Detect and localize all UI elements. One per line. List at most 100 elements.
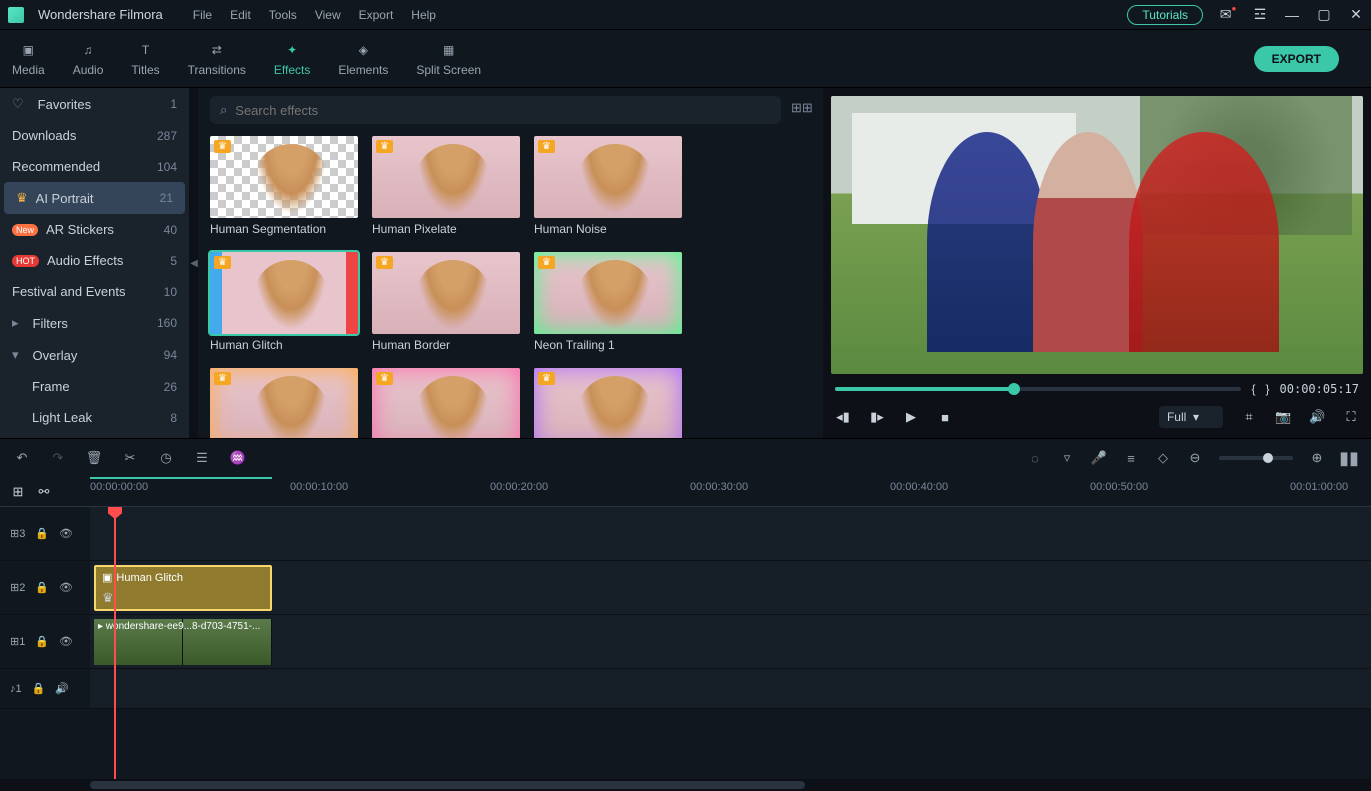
delete-icon[interactable]: 🗑: [86, 450, 102, 466]
add-track-icon[interactable]: ⊞: [10, 484, 26, 500]
menu-view[interactable]: View: [315, 8, 341, 22]
prev-frame-button[interactable]: ◂▮: [835, 409, 851, 425]
preview-video[interactable]: [831, 96, 1363, 374]
menu-file[interactable]: File: [193, 8, 212, 22]
sidebar-item-frame[interactable]: Frame26: [0, 371, 189, 402]
tutorials-button[interactable]: Tutorials: [1127, 5, 1203, 25]
tab-effects[interactable]: ✦Effects: [274, 41, 310, 77]
track-body[interactable]: [90, 507, 1371, 560]
menu-edit[interactable]: Edit: [230, 8, 251, 22]
track-body[interactable]: [90, 669, 1371, 708]
cut-icon[interactable]: ✂: [122, 450, 138, 466]
record-voice-icon[interactable]: 🎤: [1091, 450, 1107, 466]
sidebar-item-overlay[interactable]: ▾ Overlay94: [0, 339, 189, 371]
zoom-out-icon[interactable]: ⊖: [1187, 450, 1203, 466]
zoom-in-icon[interactable]: ⊕: [1309, 450, 1325, 466]
sidebar-item-audio-effects[interactable]: HOT Audio Effects5: [0, 245, 189, 276]
effect-human-glitch[interactable]: ♛Human Glitch: [210, 252, 358, 352]
effect-neon-trailing-1[interactable]: ♛Neon Trailing 1: [534, 252, 682, 352]
effect-human-pixelate[interactable]: ♛Human Pixelate: [372, 136, 520, 236]
track-body[interactable]: ▸ wondershare-ee9...8-d703-4751-...: [90, 615, 1371, 668]
minimize-button[interactable]: —: [1285, 8, 1299, 22]
lock-icon[interactable]: 🔒: [35, 527, 49, 540]
main-menu: File Edit Tools View Export Help: [193, 8, 436, 22]
lock-icon[interactable]: 🔒: [35, 581, 49, 594]
close-button[interactable]: ✕: [1349, 8, 1363, 22]
sidebar-item-filters[interactable]: ▸ Filters160: [0, 307, 189, 339]
keyframe-icon[interactable]: ◇: [1155, 450, 1171, 466]
crown-icon: ♛: [16, 190, 28, 206]
grid-view-icon[interactable]: ⊞⊞: [791, 100, 811, 120]
effect-human-segmentation[interactable]: ♛Human Segmentation: [210, 136, 358, 236]
volume-icon[interactable]: 🔊: [55, 682, 69, 695]
fullscreen-icon[interactable]: ⛶: [1343, 409, 1359, 425]
effect-human-border[interactable]: ♛Human Border: [372, 252, 520, 352]
premium-crown-icon: ♛: [376, 140, 393, 153]
effect-item[interactable]: ♛: [534, 368, 682, 438]
effect-human-noise[interactable]: ♛Human Noise: [534, 136, 682, 236]
sidebar-item-favorites[interactable]: ♡ Favorites1: [0, 88, 189, 120]
track-body[interactable]: ▣Human Glitch♛: [90, 561, 1371, 614]
tab-titles[interactable]: TTitles: [131, 41, 159, 77]
export-button[interactable]: EXPORT: [1254, 46, 1339, 72]
marker-icon[interactable]: ▿: [1059, 450, 1075, 466]
app-title: Wondershare Filmora: [38, 7, 163, 22]
search-input[interactable]: [235, 103, 771, 118]
zoom-slider[interactable]: [1219, 456, 1293, 460]
visibility-icon[interactable]: 👁: [59, 527, 73, 540]
sidebar-item-ar-stickers[interactable]: New AR Stickers40: [0, 214, 189, 245]
undo-icon[interactable]: ↶: [14, 450, 30, 466]
mixer-icon[interactable]: ≡: [1123, 450, 1139, 466]
settings-list-icon[interactable]: ☲: [1253, 8, 1267, 22]
playhead[interactable]: [114, 507, 116, 779]
visibility-icon[interactable]: 👁: [59, 635, 73, 648]
snapshot-icon[interactable]: 📷: [1275, 409, 1291, 425]
premium-crown-icon: ♛: [376, 256, 393, 269]
sidebar-item-downloads[interactable]: Downloads287: [0, 120, 189, 151]
zoom-fit-icon[interactable]: ▮▮: [1341, 450, 1357, 466]
display-icon[interactable]: ⌗: [1241, 409, 1257, 425]
sidebar-item-light-leak[interactable]: Light Leak8: [0, 402, 189, 433]
sidebar-item-festival-and-events[interactable]: Festival and Events10: [0, 276, 189, 307]
tab-elements[interactable]: ◈Elements: [338, 41, 388, 77]
redo-icon[interactable]: ↷: [50, 450, 66, 466]
sidebar-item-ai-portrait[interactable]: ♛ AI Portrait21: [4, 182, 185, 214]
visibility-icon[interactable]: 👁: [59, 581, 73, 594]
menu-help[interactable]: Help: [411, 8, 436, 22]
tab-split-screen[interactable]: ▦Split Screen: [416, 41, 481, 77]
quality-select[interactable]: Full ▾: [1159, 406, 1223, 428]
premium-crown-icon: ♛: [214, 140, 231, 153]
premium-crown-icon: ♛: [538, 256, 555, 269]
transition-icon: ⇄: [207, 41, 227, 59]
volume-icon[interactable]: 🔊: [1309, 409, 1325, 425]
clip-effect[interactable]: ▣Human Glitch♛: [94, 565, 272, 611]
next-frame-button[interactable]: ▮▸: [869, 409, 885, 425]
tab-audio[interactable]: ♫Audio: [73, 41, 104, 77]
menu-tools[interactable]: Tools: [269, 8, 297, 22]
adjust-icon[interactable]: ☰: [194, 450, 210, 466]
notifications-icon[interactable]: ✉●: [1221, 8, 1235, 22]
timeline-scrollbar[interactable]: [0, 779, 1371, 791]
maximize-button[interactable]: ▢: [1317, 8, 1331, 22]
menu-export[interactable]: Export: [359, 8, 394, 22]
search-effects[interactable]: ⌕: [210, 96, 781, 124]
audio-wave-icon[interactable]: ♒: [230, 450, 246, 466]
tab-media[interactable]: ▣Media: [12, 41, 45, 77]
preview-progress[interactable]: [835, 387, 1241, 391]
link-icon[interactable]: ⚯: [36, 484, 52, 500]
clip-video[interactable]: ▸ wondershare-ee9...8-d703-4751-...: [94, 619, 272, 665]
sidebar-collapse-handle[interactable]: ◀: [190, 88, 198, 438]
marker-close[interactable]: }: [1266, 382, 1270, 396]
lock-icon[interactable]: 🔒: [32, 682, 46, 695]
effect-item[interactable]: ♛: [210, 368, 358, 438]
lock-icon[interactable]: 🔒: [35, 635, 49, 648]
timeline-ruler[interactable]: 00:00:00:0000:00:10:0000:00:20:0000:00:3…: [90, 477, 1371, 506]
tab-transitions[interactable]: ⇄Transitions: [188, 41, 246, 77]
speed-icon[interactable]: ◷: [158, 450, 174, 466]
effect-item[interactable]: ♛: [372, 368, 520, 438]
marker-open[interactable]: {: [1251, 382, 1255, 396]
render-icon[interactable]: ◌: [1027, 450, 1043, 466]
play-button[interactable]: ▶: [903, 409, 919, 425]
stop-button[interactable]: ■: [937, 410, 953, 425]
sidebar-item-recommended[interactable]: Recommended104: [0, 151, 189, 182]
